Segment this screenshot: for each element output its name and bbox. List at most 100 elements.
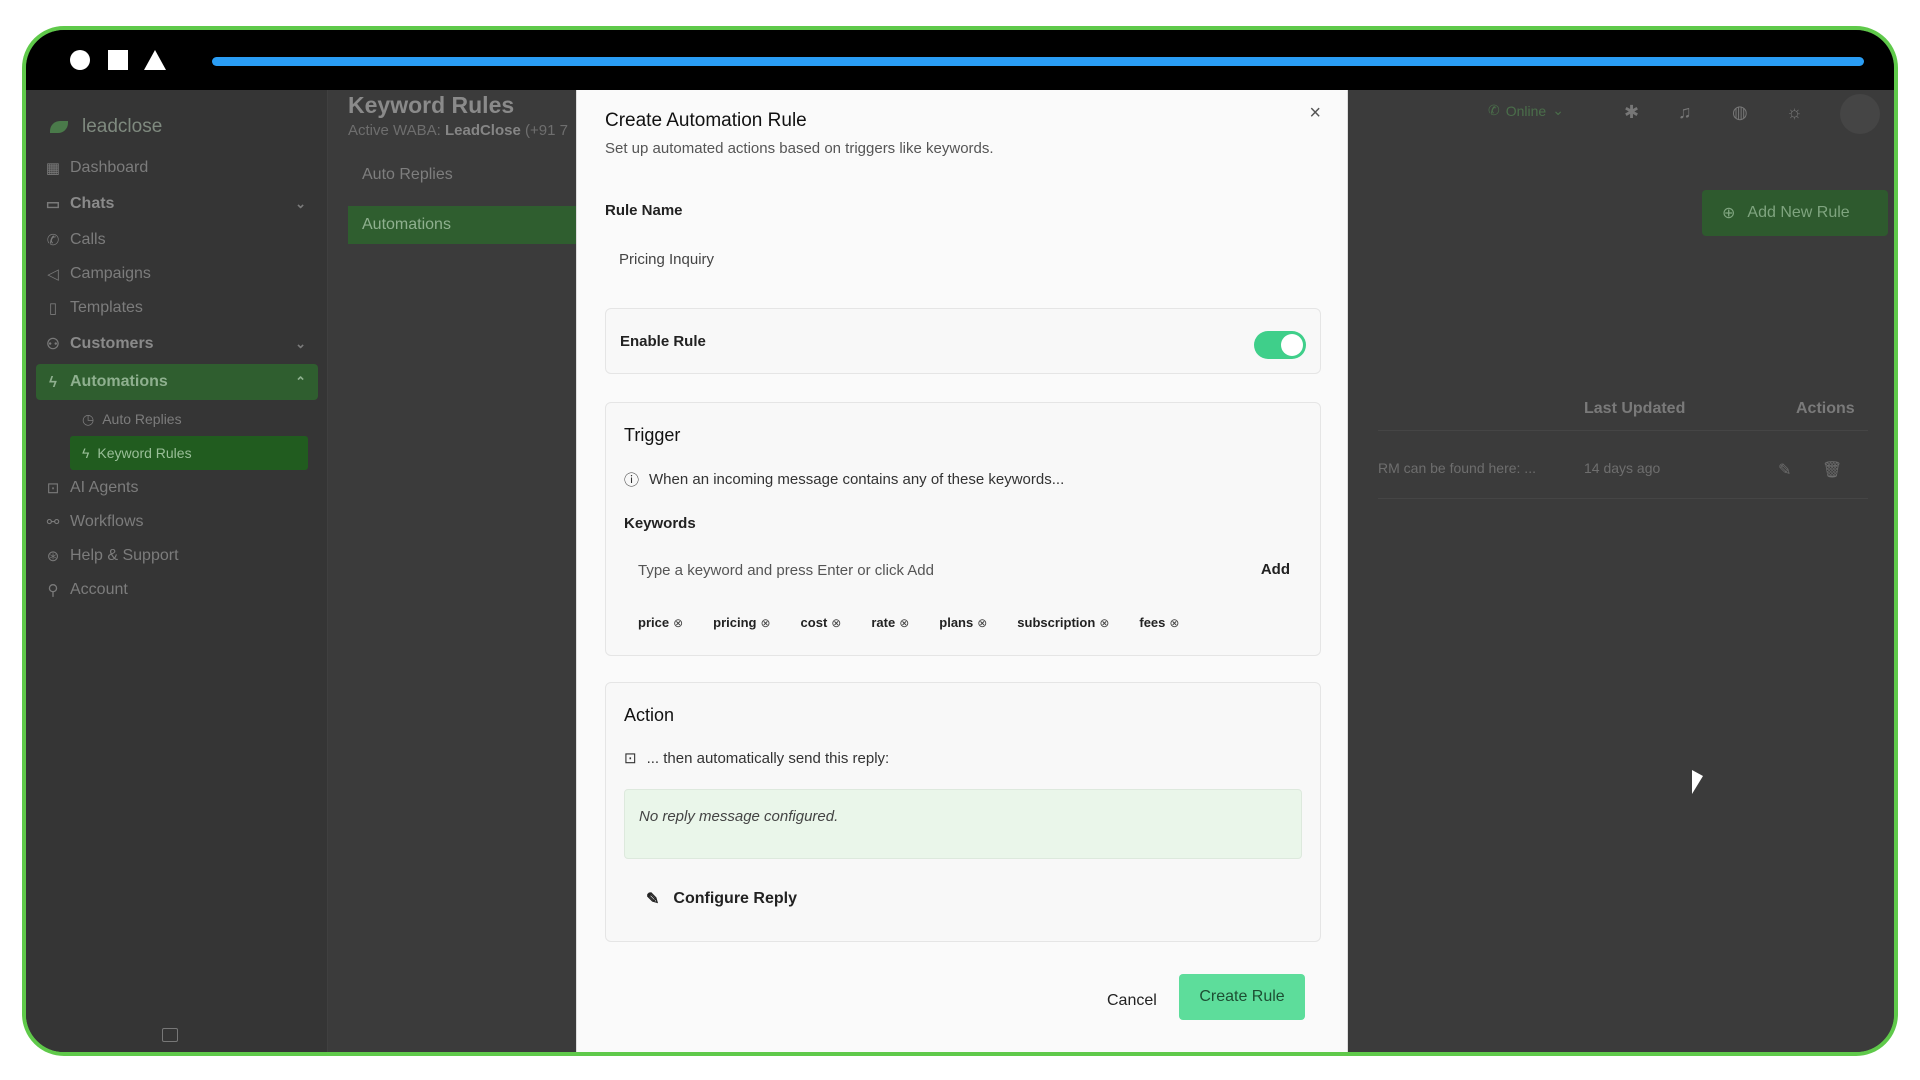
- sidebar-item-label: Calls: [70, 231, 106, 248]
- remove-icon[interactable]: ⊗: [831, 616, 841, 630]
- sidebar-item-label: Templates: [70, 299, 143, 316]
- action-hint: ⊡ ... then automatically send this reply…: [624, 749, 890, 768]
- users-icon: ⚇: [46, 336, 60, 353]
- sun-icon[interactable]: ☼: [1786, 102, 1803, 123]
- trigger-hint: ⓘ When an incoming message contains any …: [624, 469, 1064, 490]
- chevron-up-icon: ⌃: [295, 374, 306, 389]
- window-frame: leadclose ▦ Dashboard ▭ Chats ⌄ ✆ Calls …: [22, 26, 1898, 1056]
- reply-preview: No reply message configured.: [624, 789, 1302, 859]
- keyword-chip: plans ⊗: [939, 615, 987, 630]
- translate-icon[interactable]: ✱: [1624, 102, 1639, 123]
- keyword-chip: pricing ⊗: [713, 615, 770, 630]
- remove-icon[interactable]: ⊗: [1169, 616, 1179, 630]
- logo-icon: [50, 119, 76, 135]
- brand-name: leadclose: [82, 116, 163, 137]
- dashboard-icon: ▦: [45, 160, 61, 177]
- sidebar-item-customers[interactable]: ⚇ Customers ⌄: [36, 326, 318, 362]
- plus-circle-icon: ⊕: [1722, 205, 1736, 222]
- progress-bar: [212, 57, 1864, 66]
- keyword-chip: price ⊗: [638, 615, 683, 630]
- create-rule-button[interactable]: Create Rule: [1179, 974, 1305, 1020]
- waba-name: LeadClose: [444, 122, 521, 139]
- column-last-updated: Last Updated: [1584, 400, 1686, 417]
- action-card: Action ⊡ ... then automatically send thi…: [605, 682, 1321, 942]
- help-icon: ⊛: [46, 548, 60, 565]
- sidebar-subitem-label: Keyword Rules: [97, 445, 192, 461]
- trigger-title: Trigger: [624, 425, 681, 445]
- remove-icon[interactable]: ⊗: [673, 616, 683, 630]
- bell-icon[interactable]: ♫: [1678, 102, 1692, 123]
- sidebar-item-ai-agents[interactable]: ⊡ AI Agents: [36, 470, 318, 506]
- sidebar-item-automations[interactable]: ϟ Automations ⌃: [36, 364, 318, 400]
- close-icon[interactable]: ×: [1309, 102, 1321, 125]
- remove-icon[interactable]: ⊗: [760, 616, 770, 630]
- lightning-icon: ϟ: [49, 373, 57, 391]
- account-icon: ⚲: [47, 582, 59, 599]
- top-bar: [26, 30, 1894, 90]
- add-keyword-button[interactable]: Add: [1261, 561, 1290, 578]
- chip-label: fees: [1139, 615, 1166, 630]
- mouse-cursor: [1692, 770, 1703, 794]
- collapse-sidebar-icon[interactable]: [162, 1028, 178, 1042]
- sidebar-item-account[interactable]: ⚲ Account: [36, 572, 318, 608]
- tab-automations[interactable]: Automations: [348, 206, 588, 244]
- modal-subtitle: Set up automated actions based on trigge…: [605, 140, 994, 157]
- enable-rule-toggle[interactable]: [1254, 331, 1306, 359]
- edit-icon: ✎: [646, 891, 660, 908]
- sidebar-item-help[interactable]: ⊛ Help & Support: [36, 538, 318, 574]
- sidebar-item-label: Workflows: [70, 513, 144, 530]
- column-actions: Actions: [1796, 400, 1855, 417]
- sidebar-subitem-keyword-rules[interactable]: ϟ Keyword Rules: [70, 436, 308, 470]
- remove-icon[interactable]: ⊗: [977, 616, 987, 630]
- configure-reply-button[interactable]: ✎ Configure Reply: [646, 889, 797, 909]
- configure-reply-label: Configure Reply: [673, 890, 797, 907]
- sidebar-item-chats[interactable]: ▭ Chats ⌄: [36, 186, 318, 222]
- bot-icon: ⊡: [46, 480, 60, 497]
- chip-label: plans: [939, 615, 974, 630]
- chat-icon: ▭: [45, 196, 61, 213]
- remove-icon[interactable]: ⊗: [899, 616, 909, 630]
- sidebar-item-campaigns[interactable]: ◁ Campaigns: [36, 256, 318, 292]
- modal-title: Create Automation Rule: [605, 110, 807, 131]
- trash-icon[interactable]: 🗑: [1822, 460, 1842, 480]
- page-title: Keyword Rules: [348, 92, 515, 118]
- action-hint-text: ... then automatically send this reply:: [646, 749, 890, 767]
- keyword-chip: cost ⊗: [801, 615, 842, 630]
- sidebar-subitem-label: Auto Replies: [102, 411, 182, 427]
- sidebar-item-workflows[interactable]: ⚯ Workflows: [36, 504, 318, 540]
- tab-auto-replies[interactable]: Auto Replies: [348, 156, 588, 194]
- edit-icon[interactable]: ✎: [1778, 460, 1791, 480]
- waba-number: (+91 7: [520, 122, 568, 139]
- phone-icon: ✆: [46, 232, 60, 249]
- rule-name-input[interactable]: Pricing Inquiry: [605, 240, 1321, 278]
- workflow-icon: ⚯: [46, 514, 60, 531]
- sidebar-subitem-auto-replies[interactable]: ◷ Auto Replies: [70, 402, 308, 436]
- divider: [1378, 498, 1868, 499]
- keyword-input[interactable]: Type a keyword and press Enter or click …: [624, 549, 1304, 591]
- sidebar: leadclose ▦ Dashboard ▭ Chats ⌄ ✆ Calls …: [26, 90, 328, 1052]
- palette-icon[interactable]: ◍: [1732, 102, 1748, 123]
- chip-label: price: [638, 615, 670, 630]
- enable-rule-card: Enable Rule: [605, 308, 1321, 374]
- status-online[interactable]: ✆ Online ⌄: [1488, 102, 1564, 119]
- phone-icon: ✆: [1488, 102, 1500, 118]
- chevron-down-icon: ⌄: [295, 336, 306, 351]
- cancel-button[interactable]: Cancel: [1107, 992, 1157, 1010]
- add-new-rule-button[interactable]: ⊕ Add New Rule: [1702, 190, 1888, 236]
- sidebar-item-label: Account: [70, 581, 128, 598]
- bot-icon: ⊡: [624, 750, 637, 767]
- create-rule-modal: × Create Automation Rule Set up automate…: [576, 90, 1348, 1052]
- chevron-down-icon: ⌄: [1552, 102, 1564, 118]
- sidebar-item-templates[interactable]: ▯ Templates: [36, 290, 318, 326]
- chip-label: rate: [871, 615, 896, 630]
- sidebar-item-label: Customers: [70, 335, 154, 352]
- info-icon: ⓘ: [624, 472, 640, 489]
- rule-name-label: Rule Name: [605, 202, 683, 219]
- sidebar-item-calls[interactable]: ✆ Calls: [36, 222, 318, 258]
- avatar[interactable]: [1840, 94, 1880, 134]
- remove-icon[interactable]: ⊗: [1099, 616, 1109, 630]
- sidebar-item-dashboard[interactable]: ▦ Dashboard: [36, 150, 318, 186]
- row-last-updated: 14 days ago: [1584, 460, 1661, 476]
- keyword-chip: rate ⊗: [871, 615, 909, 630]
- status-label: Online: [1505, 102, 1547, 119]
